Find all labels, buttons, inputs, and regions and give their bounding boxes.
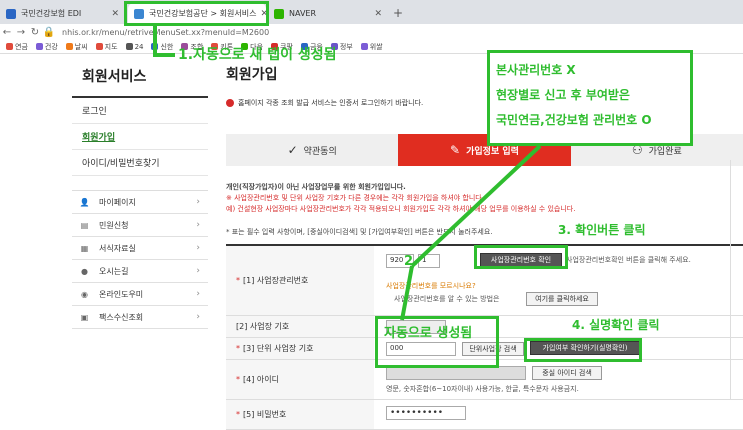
annotation-verify-highlight	[524, 338, 642, 362]
annotation-step2: 2.	[404, 254, 418, 269]
callout-line: 국민연금,건강보험 관리번호 O	[496, 113, 652, 127]
annotation-step4: 4. 실명확인 클릭	[572, 318, 660, 332]
callout-line: 현장별로 신고 후 부여받은	[496, 88, 630, 102]
annotation-auto-created: 자동으로 생성됨	[384, 326, 473, 341]
annotation-confirm-highlight	[474, 245, 568, 269]
annotation-step1: 1.자동으로 새 탭이 생성됨	[178, 47, 337, 63]
annotation-step3: 3. 확인버튼 클릭	[558, 223, 646, 237]
callout-line: 본사관리번호 X	[496, 63, 576, 77]
annotation-callout: 본사관리번호 X 현장별로 신고 후 부여받은 국민연금,건강보험 관리번호 O	[487, 50, 693, 146]
